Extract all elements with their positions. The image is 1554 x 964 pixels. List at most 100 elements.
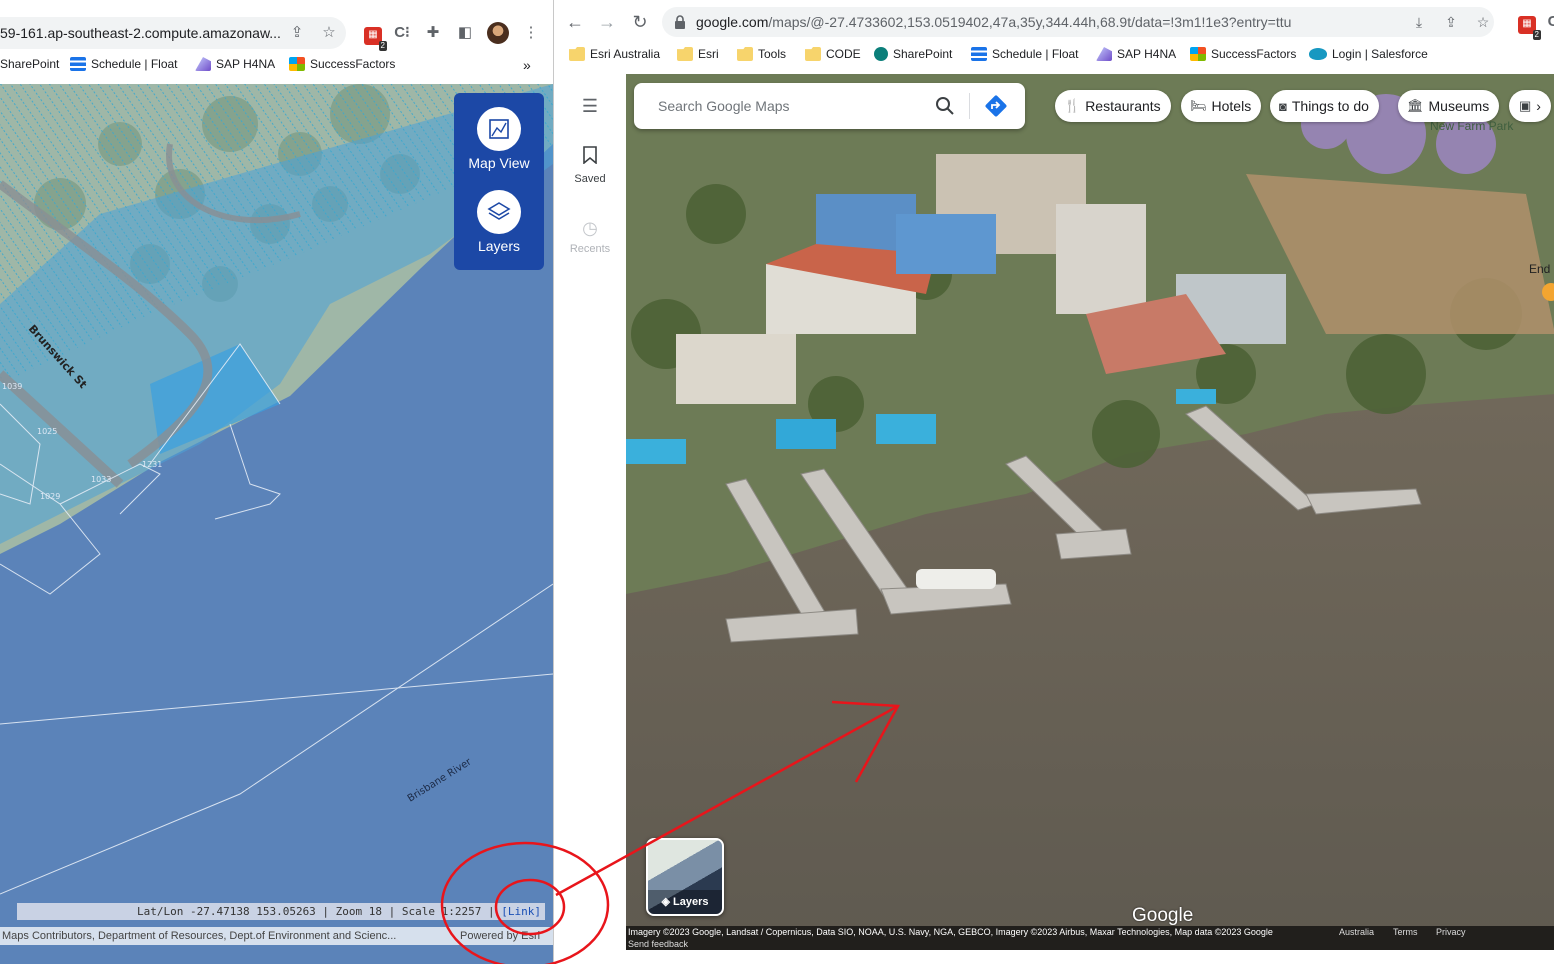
bookmark-sharepoint[interactable]: SharePoint — [874, 47, 952, 61]
right-browser-window: ← → ↻ google.com/maps/@-27.4733602,153.0… — [553, 0, 1554, 964]
map-view-icon — [477, 107, 521, 151]
share-icon[interactable]: ⇪ — [288, 24, 306, 42]
calendar-extension-icon[interactable]: ▦ 2 — [362, 22, 387, 51]
bookmark-float[interactable]: Schedule | Float — [971, 47, 1079, 61]
profile-avatar[interactable] — [487, 22, 509, 44]
bookmark-salesforce[interactable]: Login | Salesforce — [1309, 47, 1428, 61]
bookmark-icon — [554, 146, 626, 169]
chip-hotels[interactable]: 🛏 Hotels — [1181, 90, 1262, 122]
bookmark-successfactors[interactable]: SuccessFactors — [1190, 47, 1296, 61]
left-browser-window: 59-161.ap-southeast-2.compute.amazonaw..… — [0, 0, 553, 964]
camera-icon: ◙ — [1279, 98, 1287, 114]
chip-things-to-do[interactable]: ◙ Things to do — [1270, 90, 1379, 122]
right-browser-toolbar: ← → ↻ google.com/maps/@-27.4733602,153.0… — [554, 0, 1554, 44]
chip-restaurants[interactable]: 🍴 Restaurants — [1055, 90, 1171, 122]
layers-icon: ◈ — [661, 896, 670, 908]
code-extension-icon[interactable]: C⁝ — [391, 22, 413, 44]
maps-search-box[interactable]: Search Google Maps — [634, 83, 1025, 129]
bookmark-star-icon[interactable]: ☆ — [1474, 13, 1492, 31]
left-browser-toolbar: 59-161.ap-southeast-2.compute.amazonaw..… — [0, 0, 553, 51]
footer-link-terms[interactable]: Terms — [1393, 927, 1418, 937]
layers-button[interactable]: Layers — [454, 190, 544, 254]
directions-icon[interactable] — [984, 94, 1008, 118]
code-extension-icon[interactable]: C — [1542, 11, 1554, 33]
menu-button[interactable]: ☰ — [554, 96, 626, 121]
bookmark-code[interactable]: CODE — [805, 47, 861, 61]
svg-text:1231: 1231 — [142, 460, 162, 469]
bookmark-successfactors[interactable]: SuccessFactors — [289, 57, 395, 71]
calendar-extension-icon[interactable]: ▦ 2 — [1516, 11, 1541, 40]
saved-button[interactable]: Saved — [554, 146, 626, 185]
share-link[interactable]: [Link] — [501, 905, 541, 918]
browser-menu-icon[interactable]: ⋮ — [520, 22, 542, 44]
float-icon — [70, 57, 86, 71]
extensions-puzzle-icon[interactable]: ✚ — [422, 22, 444, 44]
hamburger-menu-icon: ☰ — [581, 96, 599, 116]
bookmark-float[interactable]: Schedule | Float — [70, 57, 178, 71]
left-url-text[interactable]: 59-161.ap-southeast-2.compute.amazonaw..… — [0, 25, 282, 41]
bookmark-sap[interactable]: SAP H4NA — [195, 57, 275, 71]
map-view-button[interactable]: Map View — [454, 107, 544, 171]
svg-text:1029: 1029 — [40, 492, 60, 501]
side-panel-icon[interactable]: ◧ — [454, 22, 476, 44]
folder-icon — [737, 47, 753, 61]
map-tools-panel: Map View Layers — [454, 93, 544, 270]
float-icon — [971, 47, 987, 61]
successfactors-icon — [289, 57, 305, 71]
svg-text:1039: 1039 — [2, 382, 22, 391]
transit-icon: ▣ — [1519, 98, 1532, 113]
svg-text:1025: 1025 — [37, 427, 57, 436]
maps-sidebar: ☰ Saved ◷ Recents — [554, 74, 626, 964]
bookmark-tools[interactable]: Tools — [737, 47, 786, 61]
bookmark-sharepoint[interactable]: SharePoint — [0, 57, 59, 71]
bookmark-star-icon[interactable]: ☆ — [320, 24, 338, 42]
imagery-attribution: Imagery ©2023 Google, Landsat / Copernic… — [628, 927, 1273, 937]
bookmark-sap[interactable]: SAP H4NA — [1096, 47, 1176, 61]
sap-icon — [195, 57, 211, 71]
forward-arrow-icon[interactable]: → — [596, 11, 618, 33]
right-url-text[interactable]: google.com/maps/@-27.4733602,153.0519402… — [696, 7, 1291, 37]
layers-icon — [477, 190, 521, 234]
more-bookmarks-button[interactable]: » — [523, 57, 531, 73]
museum-icon: 🏛 — [1407, 98, 1424, 113]
lock-icon[interactable] — [674, 15, 686, 29]
maps-layers-button[interactable]: ◈ Layers — [646, 838, 724, 916]
back-arrow-icon[interactable]: ← — [564, 11, 586, 33]
footer-link-privacy[interactable]: Privacy — [1436, 927, 1466, 937]
google-logo: Google — [1132, 905, 1194, 926]
chip-transit[interactable]: ▣ › — [1509, 90, 1551, 122]
restaurant-icon: 🍴 — [1064, 98, 1081, 113]
coordinates-status-bar: Lat/Lon -27.47138 153.05263 | Zoom 18 | … — [17, 903, 545, 920]
successfactors-icon — [1190, 47, 1206, 61]
folder-icon — [805, 47, 821, 61]
recents-button[interactable]: ◷ Recents — [554, 218, 626, 255]
chip-museums[interactable]: 🏛 Museums — [1398, 90, 1500, 122]
powered-by-esri[interactable]: Powered by Esri — [460, 927, 540, 945]
svg-text:1033: 1033 — [91, 475, 111, 484]
place-label: End — [1529, 262, 1550, 276]
share-icon[interactable]: ⇪ — [1442, 13, 1460, 31]
folder-icon — [569, 47, 585, 61]
hotel-icon: 🛏 — [1190, 98, 1207, 113]
satellite-3d-imagery: New Farm Park End — [626, 74, 1554, 950]
search-divider — [969, 93, 970, 119]
folder-icon — [677, 47, 693, 61]
footer-link-australia[interactable]: Australia — [1339, 927, 1374, 937]
search-icon[interactable] — [934, 95, 956, 117]
chip-scroll-icon[interactable]: › — [1536, 98, 1541, 114]
sharepoint-icon — [874, 47, 888, 61]
google-maps-canvas[interactable]: New Farm Park End Search Google Maps 🍴 Re… — [626, 74, 1554, 950]
bookmark-esri-australia[interactable]: Esri Australia — [569, 47, 660, 61]
left-address-bar[interactable]: 59-161.ap-southeast-2.compute.amazonaw..… — [0, 17, 346, 49]
install-app-icon[interactable]: ⤓ — [1410, 13, 1428, 31]
right-bookmarks-bar: Esri Australia Esri Tools CODE SharePoin… — [554, 44, 1554, 68]
sap-icon — [1096, 47, 1112, 61]
right-address-bar[interactable]: google.com/maps/@-27.4733602,153.0519402… — [662, 7, 1494, 37]
map-attribution: Maps Contributors, Department of Resourc… — [0, 927, 553, 945]
send-feedback-link[interactable]: Send feedback — [628, 939, 688, 949]
bookmark-esri[interactable]: Esri — [677, 47, 719, 61]
reload-icon[interactable]: ↻ — [629, 11, 651, 33]
salesforce-icon — [1309, 48, 1327, 60]
left-bookmarks-bar: SharePoint Schedule | Float SAP H4NA Suc… — [0, 50, 553, 80]
search-input[interactable]: Search Google Maps — [658, 83, 790, 129]
